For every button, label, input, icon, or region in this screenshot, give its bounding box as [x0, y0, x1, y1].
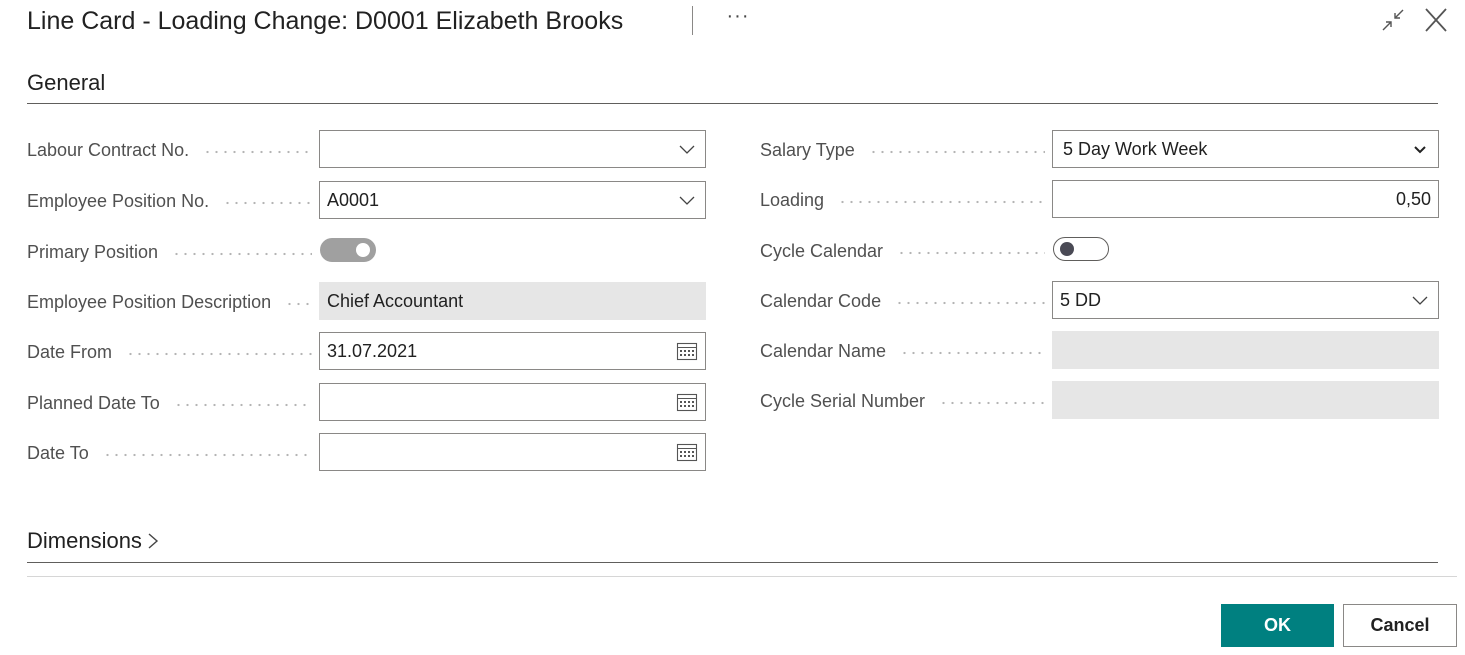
labour-contract-no-label: Labour Contract No.: [27, 138, 312, 162]
loading-field[interactable]: 0,50: [1052, 180, 1439, 218]
cancel-button[interactable]: Cancel: [1343, 604, 1457, 647]
section-title-dimensions[interactable]: Dimensions: [27, 528, 161, 554]
employee-position-description-label: Employee Position Description: [27, 290, 312, 314]
date-from-field[interactable]: 31.07.2021: [319, 332, 706, 370]
collapse-icon: [1382, 9, 1404, 31]
close-button[interactable]: [1421, 5, 1451, 35]
employee-position-description-field: Chief Accountant: [319, 282, 706, 320]
cycle-calendar-toggle[interactable]: [1053, 237, 1109, 261]
calendar-icon[interactable]: [676, 441, 698, 463]
section-title-general[interactable]: General: [27, 70, 105, 96]
labour-contract-no-field[interactable]: [319, 130, 706, 168]
ok-button[interactable]: OK: [1221, 604, 1334, 647]
chevron-down-icon[interactable]: [676, 189, 698, 211]
close-icon: [1425, 8, 1447, 32]
date-to-field[interactable]: [319, 433, 706, 471]
calendar-code-field[interactable]: 5 DD: [1052, 281, 1439, 319]
salary-type-select[interactable]: 5 Day Work Week: [1052, 130, 1439, 168]
section-divider: [27, 103, 1438, 104]
cycle-calendar-label: Cycle Calendar: [760, 239, 1045, 263]
page-title: Line Card - Loading Change: D0001 Elizab…: [27, 7, 624, 35]
footer-divider: [27, 576, 1457, 577]
planned-date-to-label: Planned Date To: [27, 391, 312, 415]
chevron-down-icon[interactable]: [676, 138, 698, 160]
planned-date-to-field[interactable]: [319, 383, 706, 421]
salary-type-label: Salary Type: [760, 138, 1045, 162]
more-actions-button[interactable]: ···: [723, 2, 753, 32]
calendar-icon[interactable]: [676, 340, 698, 362]
section-divider: [27, 562, 1438, 563]
date-from-label: Date From: [27, 340, 312, 364]
chevron-right-icon: [148, 533, 159, 549]
cycle-serial-number-label: Cycle Serial Number: [760, 389, 1045, 413]
chevron-down-icon[interactable]: [1409, 138, 1431, 160]
chevron-down-icon[interactable]: [1409, 289, 1431, 311]
collapse-button[interactable]: [1378, 5, 1408, 35]
calendar-code-label: Calendar Code: [760, 289, 1045, 313]
date-to-label: Date To: [27, 441, 312, 465]
cycle-serial-number-field: [1052, 381, 1439, 419]
primary-position-toggle[interactable]: [320, 238, 376, 262]
employee-position-no-field[interactable]: A0001: [319, 181, 706, 219]
calendar-name-label: Calendar Name: [760, 339, 1045, 363]
calendar-name-field: [1052, 331, 1439, 369]
title-divider: [692, 6, 693, 35]
loading-label: Loading: [760, 188, 1045, 212]
employee-position-no-label: Employee Position No.: [27, 189, 312, 213]
primary-position-label: Primary Position: [27, 240, 312, 264]
calendar-icon[interactable]: [676, 391, 698, 413]
